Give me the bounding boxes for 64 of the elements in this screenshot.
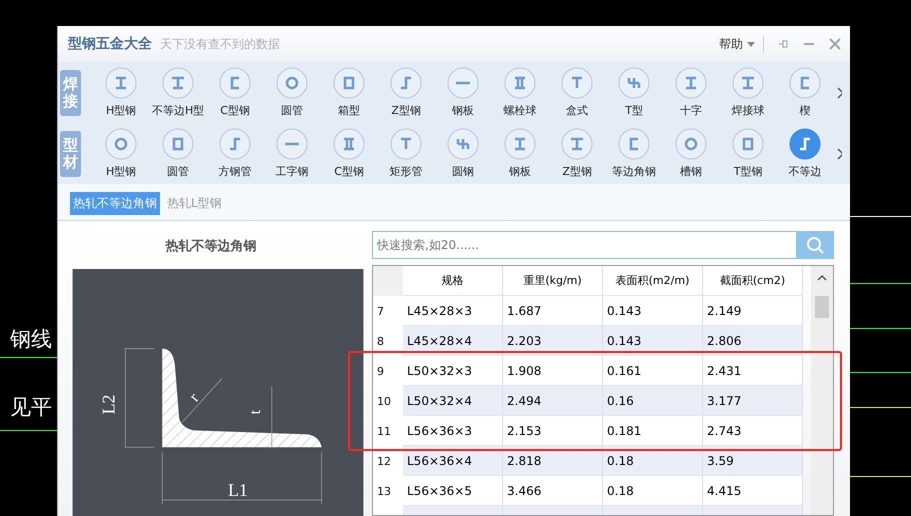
profile-item[interactable]: 圆管 [150, 128, 207, 179]
pin-icon[interactable] [776, 37, 790, 51]
profile-item[interactable]: 楔 [776, 67, 834, 118]
help-menu[interactable]: 帮助 [711, 36, 764, 52]
window-subtitle: 天下没有查不到的数据 [160, 36, 280, 52]
table-cell: 2.494 [503, 386, 603, 416]
table-cell: L45×28×4 [403, 326, 503, 356]
profile-item[interactable]: T型 [606, 67, 663, 118]
profile-item[interactable]: 矩形管 [378, 128, 435, 179]
row-number: 10 [376, 394, 392, 410]
profile-item[interactable]: 不等边 [776, 128, 834, 179]
search-button[interactable] [796, 231, 834, 259]
scrollbar[interactable] [811, 266, 833, 515]
profile-item[interactable]: 圆管 [264, 67, 321, 118]
caret-icon [747, 42, 755, 46]
profile-item[interactable]: 等边角钢 [606, 128, 663, 179]
scroll-up-icon[interactable] [817, 274, 827, 282]
row-number: 9 [376, 364, 385, 380]
diagram-title: 热轧不等边角钢 [166, 238, 256, 256]
table-cell: 2.203 [503, 326, 603, 356]
profile-item[interactable]: T型钢 [720, 128, 777, 179]
search-icon [806, 236, 824, 254]
table-cell: L50×32×4 [403, 386, 503, 416]
table-cell: 0.16 [603, 386, 703, 416]
close-icon[interactable] [828, 37, 842, 51]
row-number: 13 [376, 484, 392, 500]
search-field[interactable]: 快速搜索,如20...... [372, 231, 796, 259]
profile-item[interactable]: 钢板 [434, 67, 492, 118]
table-cell: L56×36×4 [403, 446, 503, 476]
table-cell: 3.59 [703, 446, 803, 476]
profile-item[interactable]: 箱型 [320, 67, 378, 118]
table-cell: 2.806 [703, 326, 803, 356]
chevron-right-icon[interactable] [836, 86, 842, 100]
profile-item[interactable]: H型钢 [92, 67, 150, 118]
corner-cell [373, 266, 403, 296]
drawing-text: 钢线 [10, 326, 52, 353]
row-number: 11 [376, 424, 392, 440]
profile-item[interactable]: 十字 [662, 67, 720, 118]
window-title: 型钢五金大全 [68, 35, 152, 53]
profile-item[interactable]: H型钢 [92, 128, 150, 179]
profile-item[interactable]: 槽钢 [662, 128, 720, 179]
profile-item[interactable]: Z型钢 [548, 128, 606, 179]
profile-item[interactable]: Z型钢 [378, 67, 435, 118]
profile-item[interactable]: C型钢 [320, 128, 378, 179]
scroll-thumb[interactable] [815, 296, 829, 318]
profile-item[interactable]: C型钢 [206, 67, 264, 118]
row-number: 7 [376, 304, 385, 320]
drawing-text: 见平 [10, 394, 52, 421]
profile-item[interactable]: 工字钢 [264, 128, 321, 179]
profile-item[interactable]: 不等边H型 [150, 67, 207, 118]
table-cell: 0.18 [603, 446, 703, 476]
row-number: 8 [376, 334, 385, 350]
table-cell: 2.818 [503, 446, 603, 476]
profile-item[interactable]: 钢板 [492, 128, 549, 179]
row-number: 12 [376, 454, 392, 470]
profile-item[interactable]: 盒式 [548, 67, 606, 118]
table-cell: 3.177 [703, 386, 803, 416]
profile-item[interactable]: 方钢管 [206, 128, 264, 179]
profile-item[interactable]: 螺栓球 [492, 67, 549, 118]
chevron-right-icon[interactable] [836, 146, 842, 160]
angle-section-drawing: L2 r t L1 [72, 269, 364, 516]
table-cell: 0.143 [603, 326, 703, 356]
profile-item[interactable]: 圆钢 [434, 128, 492, 179]
profile-item[interactable]: 焊接球 [720, 67, 777, 118]
